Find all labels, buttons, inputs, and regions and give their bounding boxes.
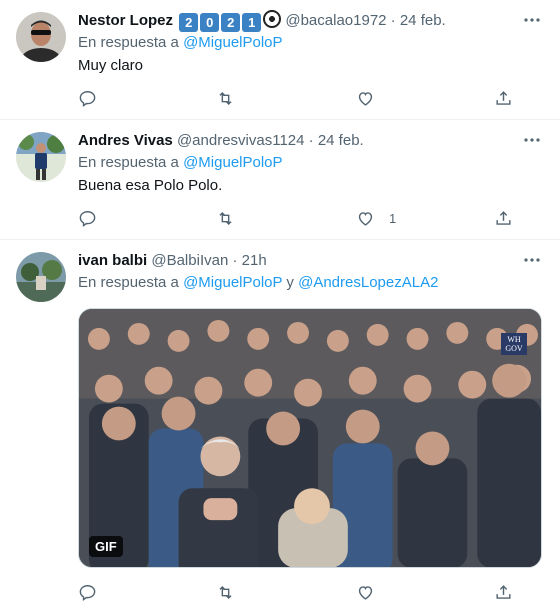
reply-button[interactable] (78, 86, 97, 110)
tweet[interactable]: ivan balbi @BalbiIvan · 21h En respuesta… (0, 240, 560, 614)
user-handle[interactable]: @BalbiIvan (151, 252, 228, 269)
tweet-header: Nestor Lopez 2021 @bacalao1972 · 24 feb. (78, 10, 544, 32)
tweet-actions (78, 86, 520, 110)
retweet-button[interactable] (216, 206, 235, 230)
separator-dot: · (308, 132, 314, 149)
heart-icon (358, 585, 373, 600)
avatar-man-sunglasses-icon (16, 12, 66, 62)
like-button[interactable] (356, 580, 389, 604)
mention-link[interactable]: @AndresLopezALA2 (298, 274, 438, 291)
display-name[interactable]: ivan balbi (78, 252, 147, 269)
reply-context: En respuesta a @MiguelPoloP (78, 153, 544, 173)
reply-prefix: En respuesta a (78, 34, 179, 51)
like-count: 1 (389, 210, 397, 226)
retweet-button[interactable] (216, 86, 235, 110)
timestamp[interactable]: 21h (242, 252, 267, 269)
reply-prefix: En respuesta a (78, 154, 179, 171)
reply-icon (79, 90, 96, 107)
user-handle[interactable]: @andresvivas1124 (177, 132, 305, 149)
tweet[interactable]: Andres Vivas @andresvivas1124 · 24 feb. … (0, 120, 560, 240)
tweet-text: Buena esa Polo Polo. (78, 177, 223, 194)
tweet[interactable]: Nestor Lopez 2021 @bacalao1972 · 24 feb.… (0, 0, 560, 120)
share-icon (496, 90, 511, 105)
user-handle[interactable]: @bacalao1972 (285, 12, 386, 29)
tweet-actions: 1 (78, 206, 520, 230)
separator-dot: · (232, 252, 238, 269)
share-button[interactable] (494, 86, 513, 110)
heart-icon (358, 91, 373, 106)
reply-icon (79, 210, 96, 227)
display-name[interactable]: Andres Vivas (78, 132, 173, 149)
like-button[interactable] (356, 86, 389, 110)
mention-link[interactable]: @MiguelPoloP (183, 154, 282, 171)
tweet-header: ivan balbi @BalbiIvan · 21h (78, 250, 544, 272)
avatar-landscape-icon (16, 252, 66, 302)
watermark-logo: WH GOV (501, 333, 527, 355)
share-button[interactable] (494, 206, 513, 230)
emoji-digit-badge: 1 (242, 13, 262, 32)
avatar[interactable] (16, 132, 66, 182)
timestamp[interactable]: 24 feb. (400, 12, 446, 29)
tweet-header: Andres Vivas @andresvivas1124 · 24 feb. (78, 130, 544, 152)
mention-link[interactable]: @MiguelPoloP (183, 34, 282, 51)
reply-button[interactable] (78, 206, 97, 230)
tweet-actions (78, 580, 520, 604)
tweet-text: Muy claro (78, 57, 144, 74)
retweet-icon (219, 211, 232, 225)
emoji-digit-badge: 2 (179, 13, 199, 32)
watermark-line: GOV (505, 344, 523, 353)
separator-dot: · (390, 12, 396, 29)
reply-prefix: En respuesta a (78, 274, 179, 291)
more-horizontal-icon[interactable] (522, 10, 542, 30)
retweet-icon (219, 91, 232, 105)
emoji-digit-badge: 0 (200, 13, 220, 32)
share-icon (496, 210, 511, 225)
reply-icon (79, 584, 96, 601)
share-button[interactable] (494, 580, 513, 604)
crowd-applauding-image (79, 309, 541, 567)
timestamp[interactable]: 24 feb. (318, 132, 364, 149)
gif-badge: GIF (89, 536, 123, 557)
more-horizontal-icon[interactable] (522, 250, 542, 270)
retweet-button[interactable] (216, 580, 235, 604)
more-horizontal-icon[interactable] (522, 130, 542, 150)
reply-context: En respuesta a @MiguelPoloP y @AndresLop… (78, 273, 544, 293)
display-name[interactable]: Nestor Lopez (78, 12, 173, 29)
share-icon (496, 584, 511, 599)
retweet-icon (219, 585, 232, 599)
watermark-line: WH (507, 335, 521, 344)
like-button[interactable]: 1 (356, 206, 396, 230)
avatar[interactable] (16, 12, 66, 62)
emoji-digit-badge: 2 (221, 13, 241, 32)
avatar-man-standing-icon (16, 132, 66, 182)
avatar[interactable] (16, 252, 66, 302)
reply-button[interactable] (78, 580, 97, 604)
reply-context: En respuesta a @MiguelPoloP (78, 33, 544, 53)
mention-link[interactable]: @MiguelPoloP (183, 274, 282, 291)
heart-icon (358, 211, 373, 226)
reply-join: y (286, 274, 294, 291)
gif-media[interactable]: WH GOV GIF (78, 308, 542, 568)
soccer-ball-icon (263, 10, 282, 28)
